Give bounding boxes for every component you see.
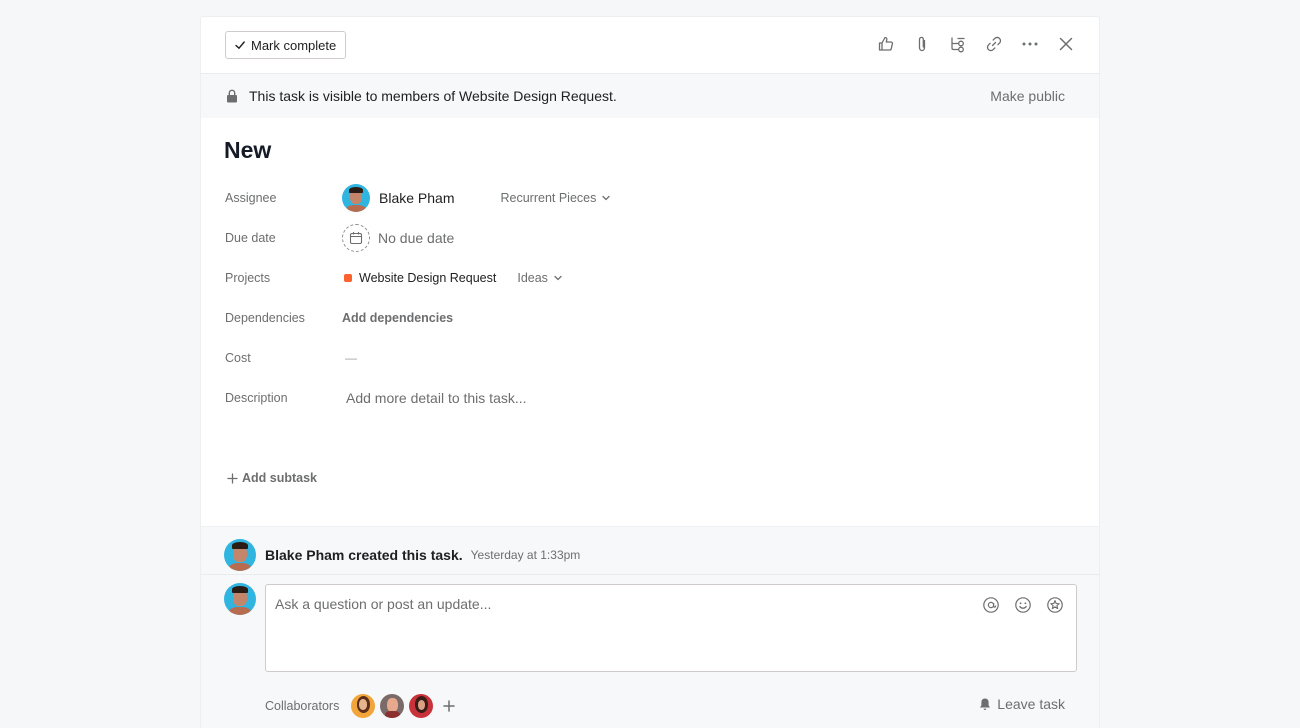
cost-row: Cost — (225, 344, 1065, 372)
task-toolbar: Mark complete (201, 17, 1099, 74)
activity-feed: Blake Pham created this task. Yesterday … (201, 526, 1099, 728)
projects-row: Projects Website Design Request Ideas (225, 264, 1065, 292)
close-icon[interactable] (1057, 35, 1075, 53)
emoji-icon[interactable] (1014, 596, 1032, 614)
cost-label: Cost (225, 351, 251, 365)
project-name[interactable]: Website Design Request (359, 271, 496, 285)
assignee-label: Assignee (225, 191, 277, 205)
collaborators: Collaborators (265, 694, 456, 718)
current-user-avatar (224, 583, 256, 615)
privacy-banner: This task is visible to members of Websi… (201, 74, 1099, 118)
subtasks-icon[interactable] (949, 35, 967, 53)
comment-input[interactable]: Ask a question or post an update... (275, 596, 491, 612)
appreciation-icon[interactable] (1046, 596, 1064, 614)
add-subtask-label: Add subtask (242, 471, 318, 485)
activity-story: Blake Pham created this task. Yesterday … (224, 539, 580, 571)
add-subtask-button[interactable]: Add subtask (227, 471, 317, 485)
dependencies-row: Dependencies Add dependencies (225, 304, 1065, 332)
collaborator-avatar[interactable] (380, 694, 405, 718)
projects-label: Projects (225, 271, 271, 285)
link-icon[interactable] (985, 35, 1003, 53)
chevron-down-icon (602, 195, 611, 201)
section-name: Ideas (517, 271, 548, 285)
more-icon[interactable] (1021, 35, 1039, 53)
assignee-avatar[interactable] (342, 184, 370, 212)
avatar[interactable] (224, 539, 256, 571)
section-dropdown[interactable]: Ideas (517, 271, 563, 285)
cost-value[interactable]: — (345, 351, 357, 365)
task-details-pane: Mark complete This task is visible to me… (200, 16, 1100, 728)
dependencies-label: Dependencies (225, 311, 305, 325)
checkmark-icon (235, 41, 245, 49)
leave-task-button[interactable]: Leave task (978, 696, 1065, 712)
privacy-text: This task is visible to members of Websi… (249, 88, 617, 104)
make-public-button[interactable]: Make public (990, 88, 1065, 104)
story-text: Blake Pham created this task. (265, 547, 463, 563)
add-collaborator-icon[interactable] (442, 699, 456, 713)
due-date-value[interactable]: No due date (378, 230, 454, 246)
project-color-dot (344, 274, 352, 282)
mention-icon[interactable] (982, 596, 1000, 614)
toolbar-actions (877, 35, 1075, 53)
collaborator-avatar[interactable] (409, 694, 434, 718)
leave-task-label: Leave task (997, 696, 1065, 712)
collaborators-label: Collaborators (265, 699, 340, 713)
plus-icon (227, 472, 238, 484)
assignee-name[interactable]: Blake Pham (379, 190, 454, 206)
description-label: Description (225, 391, 288, 405)
due-date-row: Due date No due date (225, 224, 1065, 252)
description-input[interactable]: Add more detail to this task... (346, 390, 527, 406)
due-date-picker[interactable] (342, 224, 370, 252)
mark-complete-label: Mark complete (251, 37, 337, 53)
task-title[interactable]: New (224, 137, 271, 164)
due-date-label: Due date (225, 231, 276, 245)
divider (201, 574, 1099, 575)
workspace-name: Recurrent Pieces (500, 191, 597, 205)
description-row: Description Add more detail to this task… (225, 384, 1065, 412)
workspace-dropdown[interactable]: Recurrent Pieces (500, 191, 611, 205)
lock-icon (227, 89, 237, 103)
composer-actions (982, 596, 1064, 614)
chevron-down-icon (554, 275, 562, 281)
attachment-icon[interactable] (913, 35, 931, 53)
bell-icon (980, 698, 991, 710)
comment-composer[interactable]: Ask a question or post an update... (265, 584, 1077, 672)
collaborator-avatar[interactable] (351, 694, 376, 718)
add-dependencies-button[interactable]: Add dependencies (342, 311, 453, 325)
assignee-row: Assignee Blake Pham Recurrent Pieces (225, 184, 1065, 212)
mark-complete-button[interactable]: Mark complete (225, 31, 347, 59)
like-icon[interactable] (877, 35, 895, 53)
calendar-icon (349, 232, 363, 245)
story-timestamp[interactable]: Yesterday at 1:33pm (471, 548, 581, 562)
